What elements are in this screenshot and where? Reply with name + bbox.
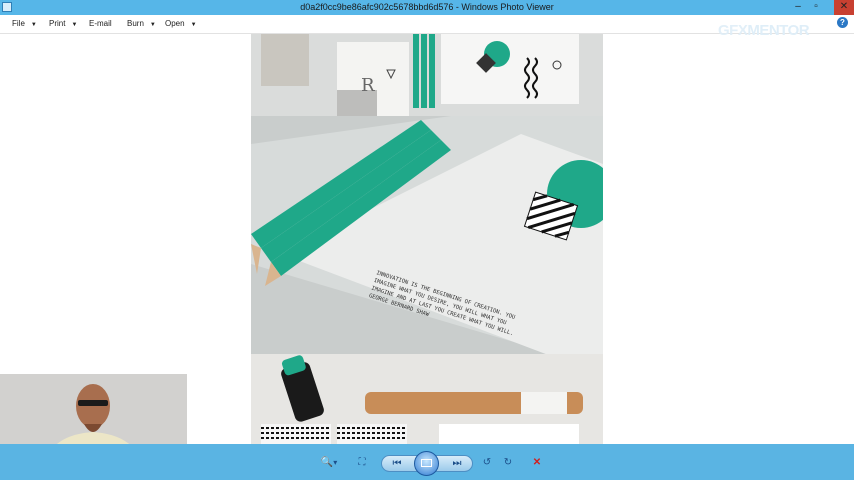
chevron-down-icon: ▼ — [190, 22, 197, 28]
menu-email-label: E-mail — [89, 19, 112, 28]
chevron-down-icon: ▾ — [333, 458, 338, 467]
menu-burn[interactable]: Burn ▼ — [127, 19, 156, 28]
rotate-right-icon: ↻ — [503, 457, 513, 468]
maximize-button[interactable]: ▫ — [806, 0, 826, 15]
menu-file-label: File — [12, 19, 25, 28]
menu-open[interactable]: Open ▼ — [165, 19, 197, 28]
previous-button[interactable]: ⏮ — [388, 456, 406, 471]
chevron-down-icon: ▼ — [71, 22, 78, 28]
slideshow-icon — [421, 459, 432, 467]
menu-print[interactable]: Print ▼ — [49, 19, 77, 28]
svg-text:R: R — [361, 75, 375, 96]
zoom-button[interactable]: 🔍▾ — [318, 455, 340, 471]
displayed-photo: R INNOVATION IS THE BEGINNING OF CREATIO… — [251, 34, 603, 444]
menu-email[interactable]: E-mail — [89, 19, 112, 28]
chevron-down-icon: ▼ — [149, 22, 156, 28]
previous-icon: ⏮ — [392, 458, 402, 469]
slideshow-button[interactable] — [414, 451, 439, 476]
rotate-left-icon: ↺ — [482, 457, 492, 468]
fit-window-icon: ⛶ — [358, 457, 366, 468]
delete-button[interactable]: ✕ — [529, 455, 545, 471]
minimize-button[interactable]: – — [788, 0, 808, 15]
next-icon: ⏭ — [452, 458, 462, 469]
logo-part1: GFX — [718, 22, 748, 39]
title-bar: d0a2f0cc9be86afc902c5678bbd6d576 - Windo… — [0, 0, 854, 15]
chevron-down-icon: ▼ — [30, 22, 37, 28]
next-button[interactable]: ⏭ — [448, 456, 466, 471]
menu-open-label: Open — [165, 19, 185, 28]
magnifier-icon: 🔍 — [320, 457, 334, 468]
actual-size-button[interactable]: ⛶ — [353, 455, 371, 471]
help-icon[interactable]: ? — [837, 17, 848, 28]
logo-part2: MENTOR — [747, 22, 810, 39]
menu-print-label: Print — [49, 19, 66, 28]
rotate-cw-button[interactable]: ↻ — [500, 455, 516, 471]
rotate-ccw-button[interactable]: ↺ — [479, 455, 495, 471]
window-title: d0a2f0cc9be86afc902c5678bbd6d576 - Windo… — [300, 2, 554, 12]
delete-x-icon: ✕ — [532, 457, 542, 468]
menu-burn-label: Burn — [127, 19, 144, 28]
close-button[interactable]: ✕ — [834, 0, 854, 15]
gfxmentor-logo: GFXMENTOR — [718, 22, 810, 39]
menu-file[interactable]: File ▼ — [12, 19, 37, 28]
